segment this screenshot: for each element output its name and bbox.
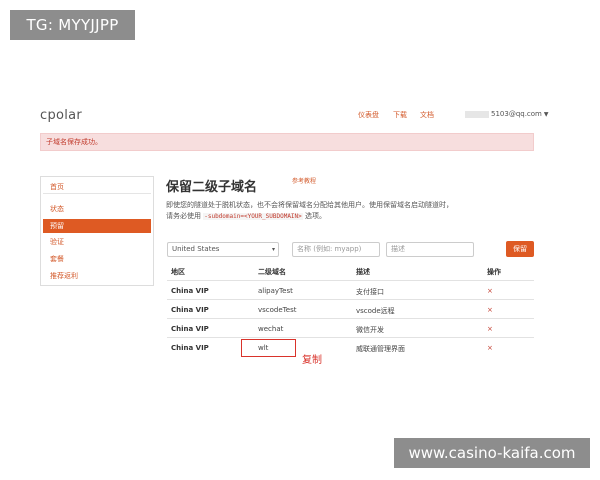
user-menu[interactable]: 5103@qq.com ▼ [465, 110, 549, 118]
chevron-down-icon: ▾ [271, 246, 275, 253]
divider [167, 299, 534, 300]
row-region: China VIP [171, 287, 209, 295]
sidebar-item-plan[interactable]: 套餐 [43, 252, 151, 266]
nav-download[interactable]: 下载 [393, 110, 407, 120]
divider [167, 280, 534, 281]
row-description: vscode远程 [356, 307, 395, 315]
row-description: 威联通管理界面 [356, 345, 405, 353]
row-subdomain: wechat [258, 325, 284, 333]
success-alert: 子域名保存成功。 [40, 133, 534, 151]
subdomain-code: -subdomain=<YOUR_SUBDOMAIN> [203, 213, 303, 220]
watermark-bottom: www.casino-kaifa.com [394, 438, 590, 468]
description-text-2: 选项。 [305, 212, 327, 220]
description: 即使您的隧道处于脱机状态，也不会将保留域名分配给其他用户。使用保留域名启动隧道时… [166, 200, 456, 222]
sidebar-item-referral[interactable]: 推荐返利 [43, 269, 151, 283]
row-region: China VIP [171, 344, 209, 352]
reserve-button[interactable]: 保留 [506, 241, 534, 257]
tutorial-link[interactable]: 参考教程 [292, 176, 316, 185]
divider [167, 337, 534, 338]
sidebar: 首页 状态 预留 验证 套餐 推荐返利 [40, 176, 154, 286]
nav-docs[interactable]: 文档 [420, 110, 434, 120]
delete-icon[interactable]: × [487, 344, 493, 352]
user-email: 5103@qq.com [491, 110, 542, 118]
sidebar-item-reserved[interactable]: 预留 [43, 219, 151, 233]
page-title: 保留二级子域名 [166, 180, 258, 195]
redacted-email-prefix [465, 110, 489, 118]
delete-icon[interactable]: × [487, 325, 493, 333]
column-header-description: 描述 [356, 268, 370, 276]
description-input[interactable]: 描述 [386, 242, 474, 257]
column-header-subdomain: 二级域名 [258, 268, 286, 276]
nav-dashboard[interactable]: 仪表盘 [358, 110, 379, 120]
watermark-top: TG: MYYJJPP [10, 10, 135, 40]
divider [167, 318, 534, 319]
column-header-action: 操作 [487, 268, 501, 276]
row-region: China VIP [171, 306, 209, 314]
region-select-value: United States [172, 245, 220, 253]
region-select[interactable]: United States ▾ [167, 242, 279, 257]
row-subdomain: vscodeTest [258, 306, 297, 314]
sidebar-item-verify[interactable]: 验证 [43, 235, 151, 249]
sidebar-item-status[interactable]: 状态 [43, 202, 151, 216]
delete-icon[interactable]: × [487, 306, 493, 314]
highlight-box [241, 339, 296, 357]
cpolar-logo[interactable]: cpolar [40, 108, 82, 123]
column-header-region: 地区 [171, 268, 185, 276]
caret-down-icon: ▼ [543, 111, 549, 118]
row-description: 支付接口 [356, 288, 384, 296]
row-subdomain: alipayTest [258, 287, 293, 295]
delete-icon[interactable]: × [487, 287, 493, 295]
copy-annotation: 复制 [302, 355, 322, 366]
name-input[interactable]: 名称 (例如: myapp) [292, 242, 380, 257]
row-description: 微信开发 [356, 326, 384, 334]
sidebar-item-home[interactable]: 首页 [43, 180, 151, 194]
row-region: China VIP [171, 325, 209, 333]
